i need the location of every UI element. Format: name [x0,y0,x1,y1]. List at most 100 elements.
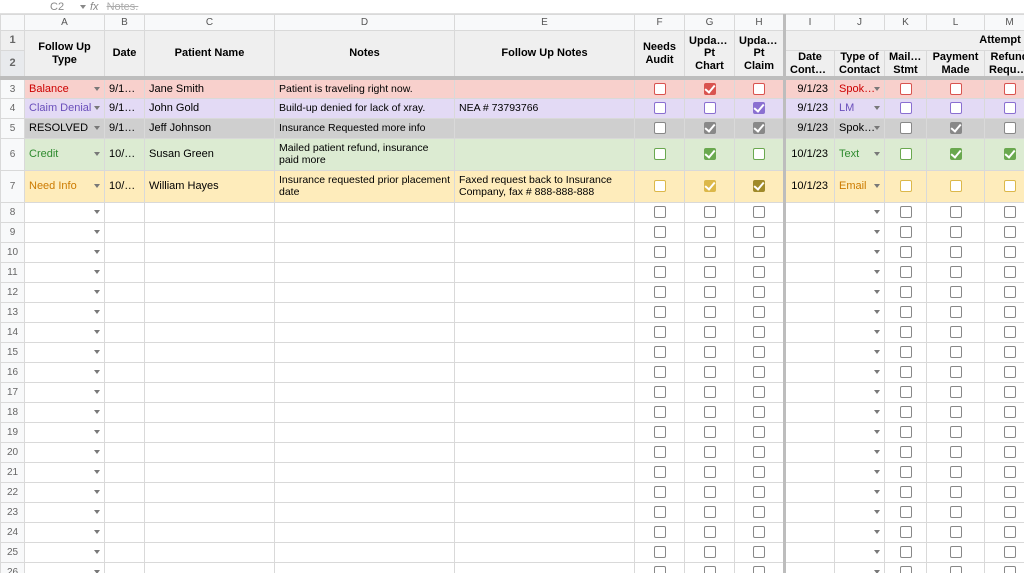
date-contacted-cell[interactable] [785,442,835,462]
row-header-19[interactable]: 19 [1,422,25,442]
type-of-contact-cell[interactable] [835,522,885,542]
row-header-12[interactable]: 12 [1,282,25,302]
cell[interactable] [105,462,145,482]
followup-type-cell[interactable] [25,422,105,442]
refund-request-checkbox[interactable] [989,483,1024,502]
cell[interactable] [455,562,635,573]
needs-audit-checkbox[interactable] [639,343,680,362]
updated-pt-chart-checkbox[interactable] [689,503,730,522]
cell[interactable] [455,282,635,302]
needs-audit-checkbox[interactable] [639,563,680,573]
updated-pt-chart-checkbox[interactable] [689,99,730,118]
date-contacted-cell[interactable] [785,422,835,442]
row-header-25[interactable]: 25 [1,542,25,562]
cell[interactable] [455,442,635,462]
col-header-F[interactable]: F [635,15,685,31]
col-header-G[interactable]: G [685,15,735,31]
updated-pt-chart-checkbox[interactable] [689,363,730,382]
mailed-stmt-checkbox[interactable] [889,99,922,118]
cell[interactable] [275,402,455,422]
updated-pt-chart-checkbox[interactable] [689,323,730,342]
row-header-18[interactable]: 18 [1,402,25,422]
mailed-stmt-checkbox[interactable] [889,223,922,242]
notes-cell[interactable]: Patient is traveling right now. [275,78,455,98]
refund-request-checkbox[interactable] [989,543,1024,562]
updated-pt-claim-checkbox[interactable] [739,543,779,562]
cell[interactable] [455,362,635,382]
cell[interactable] [145,282,275,302]
followup-type-cell[interactable]: Credit [25,138,105,170]
refund-request-checkbox[interactable] [989,303,1024,322]
cell[interactable] [105,442,145,462]
payment-made-checkbox[interactable] [931,563,980,573]
payment-made-checkbox[interactable] [931,203,980,222]
date-contacted-cell[interactable] [785,482,835,502]
patient-name-cell[interactable]: Jane Smith [145,78,275,98]
updated-pt-claim-checkbox[interactable] [739,303,779,322]
cell[interactable] [145,482,275,502]
type-of-contact-cell[interactable] [835,302,885,322]
payment-made-checkbox[interactable] [931,443,980,462]
row-header-1[interactable]: 1 [1,31,25,51]
needs-audit-checkbox[interactable] [639,463,680,482]
needs-audit-checkbox[interactable] [639,443,680,462]
row-header-14[interactable]: 14 [1,322,25,342]
updated-pt-chart-checkbox[interactable] [689,523,730,542]
date-contacted-cell[interactable] [785,202,835,222]
cell[interactable] [455,522,635,542]
type-of-contact-cell[interactable] [835,462,885,482]
cell[interactable] [105,222,145,242]
updated-pt-chart-checkbox[interactable] [689,383,730,402]
updated-pt-chart-checkbox[interactable] [689,263,730,282]
date-contacted-cell[interactable] [785,542,835,562]
needs-audit-checkbox[interactable] [639,403,680,422]
type-of-contact-cell[interactable] [835,562,885,573]
mailed-stmt-checkbox[interactable] [889,543,922,562]
updated-pt-chart-checkbox[interactable] [689,223,730,242]
updated-pt-chart-checkbox[interactable] [689,463,730,482]
updated-pt-claim-checkbox[interactable] [739,323,779,342]
cell[interactable] [275,262,455,282]
cell[interactable] [455,262,635,282]
cell[interactable] [455,302,635,322]
cell[interactable] [455,402,635,422]
followup-notes-cell[interactable] [455,118,635,138]
cell[interactable] [145,402,275,422]
mailed-stmt-checkbox[interactable] [889,203,922,222]
type-of-contact-cell[interactable] [835,382,885,402]
cell[interactable] [455,502,635,522]
type-of-contact-cell[interactable] [835,322,885,342]
payment-made-checkbox[interactable] [931,223,980,242]
refund-request-checkbox[interactable] [989,139,1024,170]
payment-made-checkbox[interactable] [931,423,980,442]
refund-request-checkbox[interactable] [989,263,1024,282]
needs-audit-checkbox[interactable] [639,483,680,502]
cell[interactable] [145,462,275,482]
refund-request-checkbox[interactable] [989,80,1024,98]
cell[interactable] [145,502,275,522]
type-of-contact-cell[interactable] [835,442,885,462]
cell[interactable] [145,202,275,222]
cell[interactable] [455,202,635,222]
cell[interactable] [105,522,145,542]
col-header-H[interactable]: H [735,15,785,31]
mailed-stmt-checkbox[interactable] [889,483,922,502]
followup-notes-cell[interactable] [455,138,635,170]
cell[interactable] [105,302,145,322]
date-contacted-cell[interactable] [785,462,835,482]
updated-pt-chart-checkbox[interactable] [689,343,730,362]
col-header-B[interactable]: B [105,15,145,31]
cell[interactable] [145,542,275,562]
date-contacted-cell[interactable]: 10/1/23 [785,138,835,170]
row-header-8[interactable]: 8 [1,202,25,222]
cell[interactable] [455,342,635,362]
date-contacted-cell[interactable] [785,302,835,322]
updated-pt-claim-checkbox[interactable] [739,263,779,282]
cell[interactable] [275,322,455,342]
spreadsheet-viewport[interactable]: C2 fx Notes. ABCDEFGHIJKLM 1Follow Up Ty… [0,0,1024,573]
cell[interactable] [275,542,455,562]
updated-pt-chart-checkbox[interactable] [689,423,730,442]
row-header-22[interactable]: 22 [1,482,25,502]
payment-made-checkbox[interactable] [931,303,980,322]
date-contacted-cell[interactable]: 9/1/23 [785,78,835,98]
